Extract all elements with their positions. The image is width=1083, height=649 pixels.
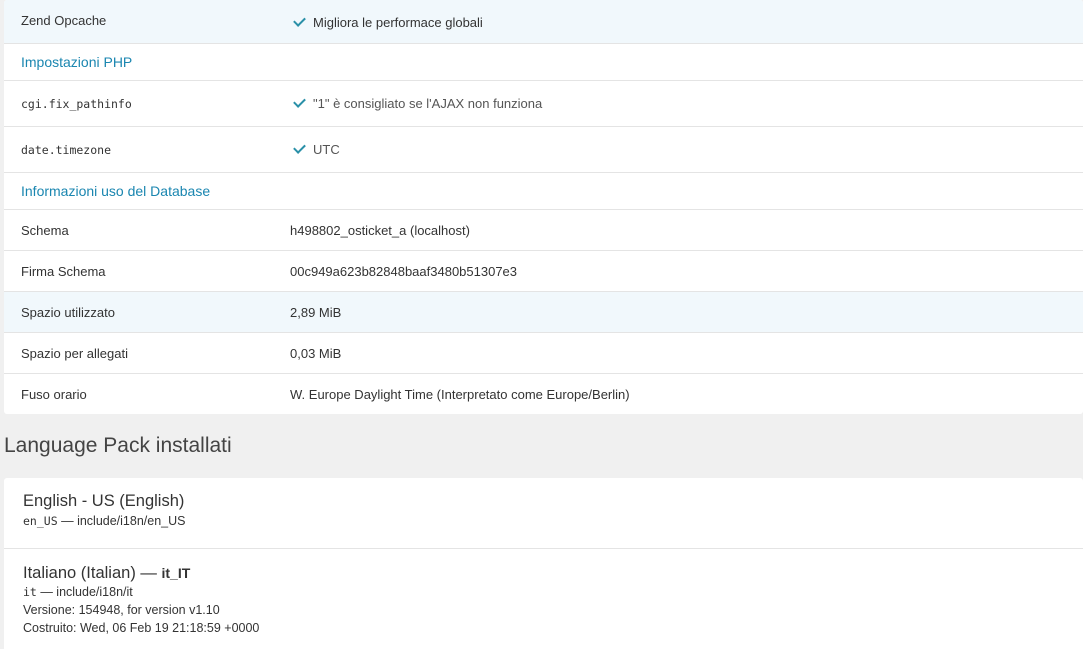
database-info-value: 00c949a623b82848baaf3480b51307e3 <box>290 263 518 279</box>
check-icon <box>293 14 306 27</box>
language-pack-path-text: — include/i18n/it <box>36 585 133 599</box>
language-pack-version: Versione: 154948, for version v1.10 <box>23 603 220 617</box>
database-info-label: Schema <box>21 222 69 238</box>
php-setting-value: UTC <box>290 141 340 157</box>
php-setting-row: cgi.fix_pathinfo "1" è consigliato se l'… <box>4 81 1083 127</box>
language-pack-item: Italiano (Italian) — it_IT it — include/… <box>23 564 259 637</box>
database-info-value: 0,03 MiB <box>290 345 342 361</box>
language-pack-path: en_US — include/i18n/en_US <box>23 512 185 530</box>
check-icon <box>293 95 306 108</box>
php-setting-value: "1" è consigliato se l'AJAX non funziona <box>290 95 543 111</box>
database-info-label: Spazio per allegati <box>21 345 128 361</box>
opcache-label: Zend Opcache <box>21 13 107 28</box>
database-info-heading: Informazioni uso del Database <box>4 173 1083 210</box>
language-pack-item: English - US (English) en_US — include/i… <box>23 492 185 530</box>
database-info-row: Firma Schema 00c949a623b82848baaf3480b51… <box>4 251 1083 292</box>
language-pack-locale: it_IT <box>161 565 191 581</box>
database-info-row: Spazio utilizzato 2,89 MiB <box>4 292 1083 333</box>
php-settings-heading-text: Impostazioni PHP <box>21 54 133 70</box>
php-setting-label: date.timezone <box>21 142 112 157</box>
opcache-row: Zend Opcache Migliora le performace glob… <box>4 0 1083 44</box>
divider <box>4 548 1083 549</box>
opcache-value: Migliora le performace globali <box>290 14 483 30</box>
language-pack-path: it — include/i18n/it <box>23 583 259 601</box>
database-info-row: Spazio per allegati 0,03 MiB <box>4 333 1083 374</box>
database-info-row: Fuso orario W. Europe Daylight Time (Int… <box>4 374 1083 414</box>
database-info-value: 2,89 MiB <box>290 304 342 320</box>
check-icon <box>293 141 306 154</box>
language-pack-code: it <box>23 585 37 599</box>
php-setting-value-text: UTC <box>313 142 340 157</box>
language-pack-name: Italiano (Italian) — it_IT <box>23 564 259 583</box>
language-pack-code: en_US <box>23 514 58 528</box>
database-info-value: h498802_osticket_a (localhost) <box>290 222 470 238</box>
opcache-value-text: Migliora le performace globali <box>313 15 483 30</box>
database-info-label: Fuso orario <box>21 386 87 402</box>
system-info-panel: Zend Opcache Migliora le performace glob… <box>4 0 1083 414</box>
database-info-label: Spazio utilizzato <box>21 304 115 320</box>
database-info-heading-text: Informazioni uso del Database <box>21 183 211 199</box>
database-info-row: Schema h498802_osticket_a (localhost) <box>4 210 1083 251</box>
database-info-label: Firma Schema <box>21 263 106 279</box>
language-packs-title: Language Pack installati <box>4 434 232 457</box>
language-pack-name: English - US (English) <box>23 492 185 510</box>
php-setting-row: date.timezone UTC <box>4 127 1083 173</box>
php-setting-label: cgi.fix_pathinfo <box>21 96 132 111</box>
language-pack-name-text: Italiano (Italian) — <box>23 564 162 582</box>
language-pack-built: Costruito: Wed, 06 Feb 19 21:18:59 +0000 <box>23 621 260 635</box>
php-settings-heading: Impostazioni PHP <box>4 44 1083 81</box>
language-packs-panel: English - US (English) en_US — include/i… <box>4 478 1083 649</box>
php-setting-value-text: "1" è consigliato se l'AJAX non funziona <box>313 96 543 111</box>
language-pack-path-text: — include/i18n/en_US <box>57 514 186 528</box>
database-info-value: W. Europe Daylight Time (Interpretato co… <box>290 386 630 402</box>
